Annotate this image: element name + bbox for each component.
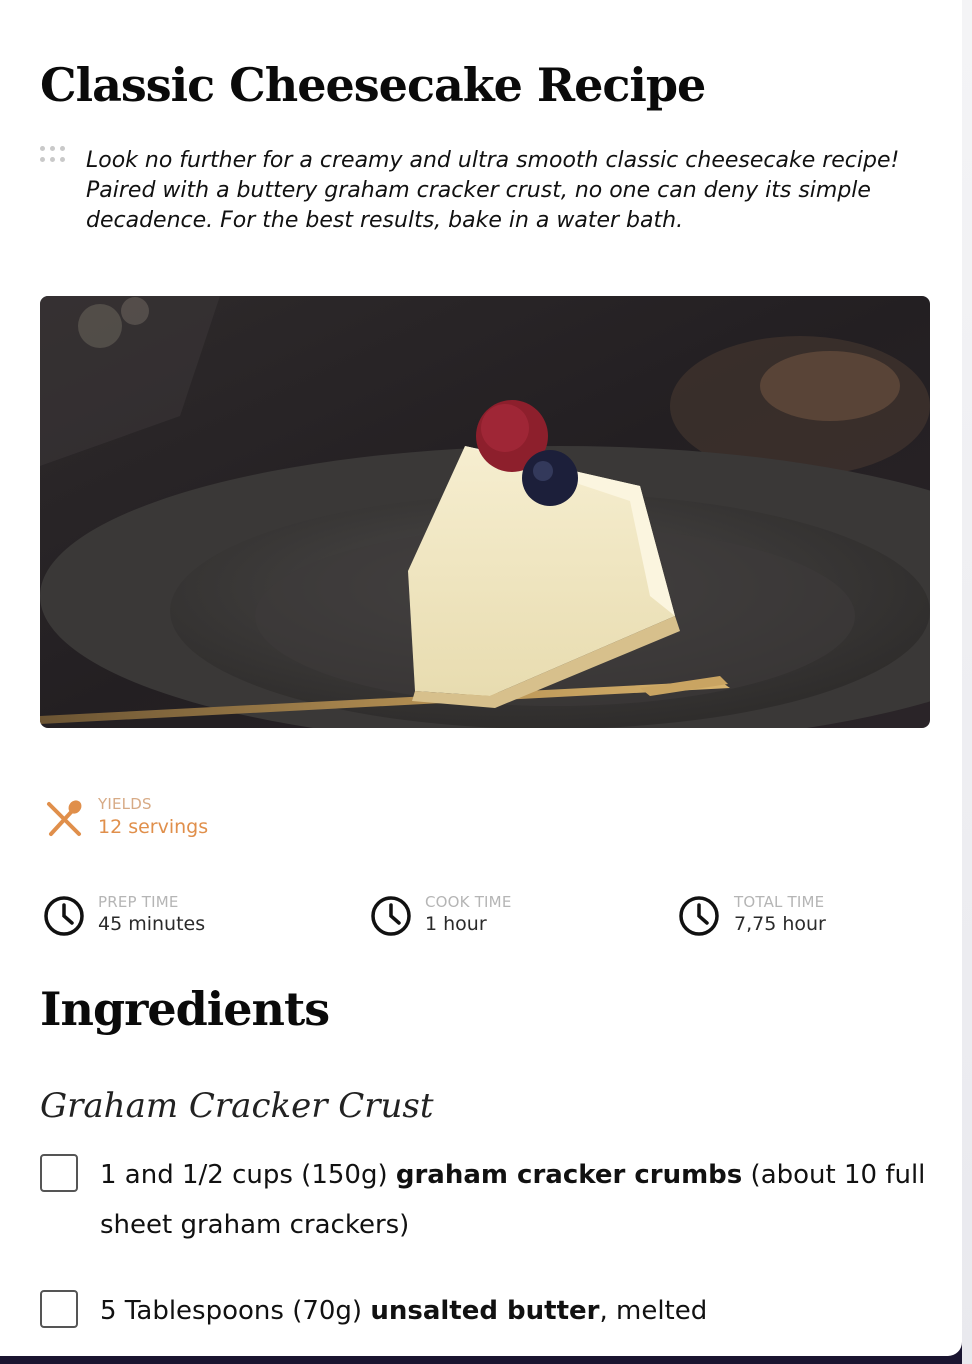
yields-value: 12 servings	[98, 816, 209, 838]
ingredient-amount: 1 and 1/2 cups (150g)	[100, 1160, 396, 1190]
ingredient-name: graham cracker crumbs	[395, 1160, 743, 1190]
recipe-title: Classic Cheesecake Recipe	[40, 58, 706, 112]
yields-label: YIELDS	[98, 795, 152, 813]
ingredient-checkbox[interactable]	[40, 1154, 78, 1192]
prep-time-value: 45 minutes	[98, 913, 206, 935]
drag-handle-icon[interactable]	[40, 146, 68, 162]
clock-icon	[43, 895, 85, 941]
scrollbar-track[interactable]	[962, 0, 972, 1364]
clock-icon	[678, 895, 720, 941]
cheesecake-photo	[40, 296, 930, 728]
ingredient-name: unsalted butter	[370, 1296, 600, 1326]
cook-time-value: 1 hour	[425, 913, 487, 935]
ingredient-text: 5 Tablespoons (70g) unsalted butter, mel…	[100, 1286, 936, 1336]
recipe-summary: Look no further for a creamy and ultra s…	[86, 148, 900, 233]
utensils-icon	[43, 798, 85, 844]
ingredients-heading: Ingredients	[40, 982, 330, 1036]
ingredient-amount: 5 Tablespoons (70g)	[100, 1296, 371, 1326]
ingredient-group-title: Graham Cracker Crust	[40, 1086, 434, 1126]
ingredient-text: 1 and 1/2 cups (150g) graham cracker cru…	[100, 1150, 936, 1250]
total-time-value: 7,75 hour	[734, 913, 826, 935]
total-time-label: TOTAL TIME	[734, 893, 825, 911]
ingredient-checkbox[interactable]	[40, 1290, 78, 1328]
ingredient-note: , melted	[599, 1296, 708, 1326]
recipe-card: Classic Cheesecake Recipe Look no furthe…	[0, 0, 962, 1356]
cook-time-label: COOK TIME	[425, 893, 512, 911]
prep-time-label: PREP TIME	[98, 893, 179, 911]
clock-icon	[370, 895, 412, 941]
